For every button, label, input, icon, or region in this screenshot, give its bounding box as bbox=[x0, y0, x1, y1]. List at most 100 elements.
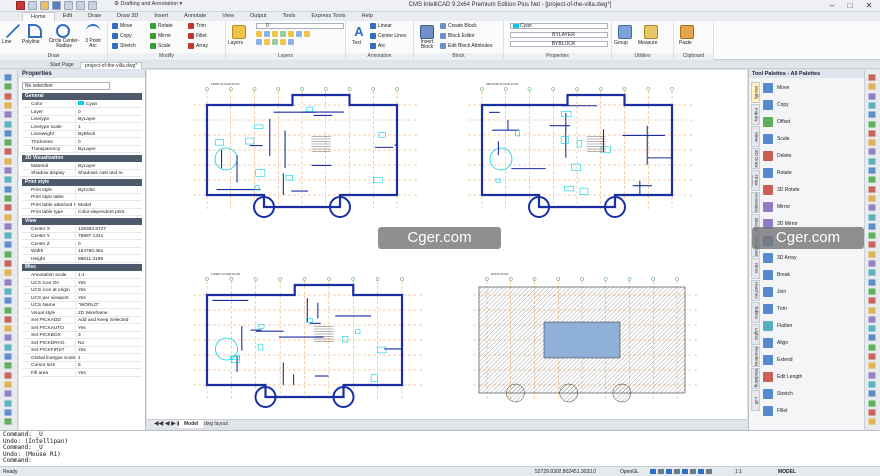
modify-scale-button[interactable]: Scale bbox=[150, 43, 171, 49]
left-tool-icon[interactable] bbox=[4, 418, 12, 425]
property-row[interactable]: Set PICKFIRST Yes bbox=[22, 347, 142, 354]
tab-project-of-the-villa[interactable]: project-of-the-villa.dwg* bbox=[80, 62, 143, 69]
property-row[interactable]: UCS icon On Yes bbox=[22, 279, 142, 287]
right-tool-icon[interactable] bbox=[868, 306, 876, 314]
text-icon[interactable]: A bbox=[352, 25, 366, 39]
right-tool-icon[interactable] bbox=[868, 418, 876, 425]
right-tool-icon[interactable] bbox=[868, 316, 876, 323]
command-line[interactable]: Command: _U Undo: (Intellipan) Command: _U… bbox=[0, 430, 880, 466]
right-tool-icon[interactable] bbox=[868, 167, 876, 174]
palette-tool-stretch[interactable]: Stretch bbox=[763, 386, 863, 401]
block-editor-button[interactable]: Block Editor bbox=[440, 33, 475, 39]
left-tool-icon[interactable] bbox=[4, 139, 12, 146]
left-tool-icon[interactable] bbox=[4, 362, 12, 369]
right-tool-icon[interactable] bbox=[868, 223, 876, 230]
polyline-icon[interactable] bbox=[28, 24, 42, 38]
left-tool-icon[interactable] bbox=[4, 288, 12, 295]
palette-tab-hatches[interactable]: Hatches bbox=[751, 280, 760, 301]
right-tool-icon[interactable] bbox=[868, 83, 876, 90]
property-row[interactable]: Annotation scale 1:1 bbox=[22, 272, 142, 279]
property-row[interactable]: Cursor size 5 bbox=[22, 362, 142, 369]
modify-move-button[interactable]: Move bbox=[112, 23, 132, 29]
arc-dim-button[interactable]: Arc bbox=[370, 43, 386, 49]
prop-group-3d-visualization[interactable]: 3D Visualization bbox=[22, 154, 142, 162]
property-row[interactable]: Width 154760.361 bbox=[22, 248, 142, 255]
app-menu-icon[interactable] bbox=[16, 1, 25, 10]
floor-plan[interactable]: × × × × × × × ROOF PLAN bbox=[473, 272, 697, 403]
property-row[interactable]: Color Cyan bbox=[22, 101, 142, 108]
ribbon-tab-tools[interactable]: Tools bbox=[275, 12, 304, 21]
right-tool-icon[interactable] bbox=[868, 344, 876, 351]
left-tool-icon[interactable] bbox=[4, 185, 12, 193]
linetype-dropdown[interactable]: BYLAYER bbox=[510, 32, 608, 38]
right-tool-icon[interactable] bbox=[868, 381, 876, 388]
palette-tool-copy[interactable]: Copy bbox=[763, 97, 863, 112]
modify-stretch-button[interactable]: Stretch bbox=[112, 43, 136, 49]
palette-tab-loft[interactable]: Loft bbox=[751, 390, 760, 411]
group-icon[interactable] bbox=[618, 25, 632, 39]
prop-group-misc[interactable]: Misc bbox=[22, 264, 142, 271]
left-tool-icon[interactable] bbox=[4, 390, 12, 397]
property-row[interactable]: Set PICKBOX 3 bbox=[22, 332, 142, 339]
layer-dropdown[interactable]: 0 bbox=[256, 23, 344, 29]
right-tool-icon[interactable] bbox=[868, 213, 876, 221]
right-tool-icon[interactable] bbox=[868, 130, 876, 137]
right-tool-icon[interactable] bbox=[868, 371, 876, 379]
left-tool-icon[interactable] bbox=[4, 344, 12, 351]
floor-plan[interactable]: × × × × × × × FIRST FLOOR PLAN bbox=[193, 82, 417, 218]
prop-group-general[interactable]: General bbox=[22, 93, 142, 100]
layers-icon[interactable] bbox=[232, 25, 246, 39]
left-tool-icon[interactable] bbox=[4, 130, 12, 137]
property-row[interactable]: Linetype scale 1 bbox=[22, 123, 142, 131]
ribbon-tab-annotate[interactable]: Annotate bbox=[176, 12, 214, 21]
measure-label[interactable]: Measure bbox=[638, 40, 657, 46]
property-row[interactable]: Set PICKADD Add and Keep Selected bbox=[22, 317, 142, 324]
left-tool-icon[interactable] bbox=[4, 83, 12, 90]
layers-button-label[interactable]: Layers bbox=[228, 40, 243, 46]
property-row[interactable]: Print table attached to Model bbox=[22, 201, 142, 209]
right-tool-icon[interactable] bbox=[868, 325, 876, 332]
center-lines-button[interactable]: Center Lines bbox=[370, 33, 406, 39]
modify-copy-button[interactable]: Copy bbox=[112, 33, 132, 39]
property-row[interactable]: UCS per viewport Yes bbox=[22, 294, 142, 302]
palette-tool-break[interactable]: Break bbox=[763, 267, 863, 282]
palette-tool-rotate[interactable]: Rotate bbox=[763, 165, 863, 180]
right-tool-icon[interactable] bbox=[868, 176, 876, 183]
property-row[interactable]: Height 89611.3199 bbox=[22, 255, 142, 263]
left-tool-icon[interactable] bbox=[4, 278, 12, 286]
right-tool-icon[interactable] bbox=[868, 158, 876, 165]
arc-label[interactable]: 3 Point Arc bbox=[82, 39, 104, 49]
palette-tool-3d-rotate[interactable]: 3D Rotate bbox=[763, 182, 863, 197]
lineweight-dropdown[interactable]: BYBLOCK bbox=[510, 41, 608, 47]
palette-tab-annotation[interactable]: Annotation bbox=[751, 192, 760, 213]
palette-tab-3d-draw[interactable]: 3D Draw bbox=[751, 148, 760, 169]
close-icon[interactable]: ✕ bbox=[861, 1, 877, 11]
status-toggle[interactable] bbox=[690, 469, 696, 474]
ribbon-tab-help[interactable]: Help bbox=[354, 12, 381, 21]
arc-icon[interactable] bbox=[86, 24, 100, 38]
palette-tab-modeling[interactable]: Modeling bbox=[751, 368, 760, 389]
maximize-icon[interactable]: □ bbox=[842, 1, 858, 11]
minimize-icon[interactable]: – bbox=[824, 1, 840, 11]
measure-icon[interactable] bbox=[644, 25, 658, 39]
left-tool-icon[interactable] bbox=[4, 353, 12, 360]
left-tool-icon[interactable] bbox=[4, 176, 12, 183]
right-tool-icon[interactable] bbox=[868, 297, 876, 304]
palette-tab-rendering[interactable]: Rendering bbox=[751, 346, 760, 367]
prop-group-print-style[interactable]: Print style bbox=[22, 178, 142, 186]
text-label[interactable]: Text bbox=[352, 40, 361, 46]
right-tool-icon[interactable] bbox=[868, 334, 876, 342]
palette-tool-join[interactable]: Join bbox=[763, 284, 863, 299]
right-tool-icon[interactable] bbox=[868, 74, 876, 81]
color-dropdown[interactable]: Cyan bbox=[510, 23, 608, 29]
palette-tab-draw-order[interactable]: Draw Order bbox=[751, 170, 760, 191]
left-tool-icon[interactable] bbox=[4, 297, 12, 304]
left-tool-icon[interactable] bbox=[4, 102, 12, 109]
palette-tab-tables[interactable]: Tables bbox=[751, 302, 760, 323]
create-block-button[interactable]: Create Block bbox=[440, 23, 477, 29]
status-toggle[interactable] bbox=[658, 469, 664, 474]
palette-tool-offset[interactable]: Offset bbox=[763, 114, 863, 129]
status-toggle-buttons[interactable] bbox=[650, 469, 720, 474]
right-tool-icon[interactable] bbox=[868, 390, 876, 397]
palette-tab-inquiry[interactable]: Inquiry bbox=[751, 104, 760, 125]
